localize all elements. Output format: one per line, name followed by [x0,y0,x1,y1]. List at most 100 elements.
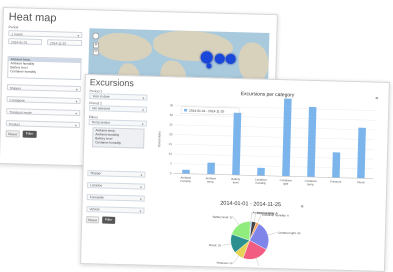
y-tick-label: 0 [170,171,172,175]
bar[interactable] [307,106,317,178]
excursions-category-list[interactable]: Ambient temp. Ambient humidity Battery l… [92,127,145,149]
heatmap-category-list[interactable]: Ambient temp. Ambient humidity Battery l… [7,56,82,81]
pie-label-connector [256,258,260,267]
excursions-filter-button[interactable]: Filter [102,216,116,224]
heatmap-filter-button[interactable]: Filter [22,130,37,138]
list-item[interactable]: Container humidity [8,69,80,75]
preset-value: Year to date [92,94,110,99]
x-tick-label: Pressure [330,179,342,183]
map-land-asia-east [238,42,270,83]
filter-label: Shipper [9,86,21,91]
x-tick-label: temp. [207,180,214,184]
chevron-down-icon: ▾ [141,121,144,127]
chevron-down-icon: ▾ [142,95,145,101]
period2-value: Not selected [92,106,110,111]
filters-value: Temp sensor [91,120,111,125]
heat-point [200,51,213,64]
pie-label-connector [233,255,239,264]
bar[interactable] [357,127,366,179]
chevron-down-icon: ▾ [75,98,78,104]
heatmap-preset-select[interactable]: 1 month ▾ [8,30,83,39]
excursions-period2-select[interactable]: Not selected ▾ [89,105,148,113]
heatmap-filter-shipper[interactable]: Shipper ▾ [6,84,81,93]
x-axis-line [173,173,374,179]
excursions-title: Excursions [89,77,134,89]
heat-point [206,63,212,69]
heatmap-date-to[interactable]: 2014-11-25 [47,39,83,47]
filter-label: Consignee [9,98,25,103]
bar[interactable] [207,162,215,175]
bar-chart: Excursions per category ≡ 0 5 10 15 20 25 30 35… [157,91,378,186]
filter-label: Transport mode [9,110,32,115]
y-tick-label: 20 [169,132,173,136]
heatmap-filter-transport[interactable]: Transport mode ▾ [6,108,81,117]
grid-line [174,114,375,121]
chevron-down-icon: ▾ [139,208,142,214]
bar-chart-title: Excursions per category [241,91,295,98]
zoom-out-icon[interactable]: − [92,49,99,56]
excursions-reset-button[interactable]: Reset [86,216,100,224]
chevron-down-icon: ▾ [141,107,145,113]
bar[interactable] [332,152,341,178]
excursions-filter-shipper[interactable]: Shipper ▾ [87,170,146,178]
chevron-down-icon: ▾ [140,172,143,178]
x-tick-label: humidity [180,179,191,183]
excursions-filter-vehicle[interactable]: Vehicle ▾ [86,206,145,214]
bar[interactable] [232,112,242,176]
chevron-down-icon: ▾ [75,86,78,92]
excursions-filters-select[interactable]: Temp sensor ▾ [88,119,147,127]
excursions-window: Excursions Period 1 Year to date ▾ Period… [80,74,390,272]
pie-label: Battery level: 32 [213,215,234,220]
chevron-down-icon: ▾ [74,122,77,128]
pie-label-connector [257,214,262,224]
heatmap-preset-value: 1 month [11,32,23,37]
x-tick-label: level [233,180,239,184]
x-tick-label: humidity [255,181,266,185]
pie-label-connector [233,217,240,225]
grid-line [174,134,375,140]
chevron-down-icon: ▾ [139,184,143,190]
grid-line [174,144,375,150]
bar[interactable] [282,98,292,177]
x-tick-label: light [283,182,288,186]
hamburger-icon[interactable]: ≡ [301,204,304,210]
grid-line [173,163,374,170]
y-tick-label: 25 [169,123,173,127]
x-tick-label: Shock [357,180,365,184]
heatmap-period-label: Period [8,25,19,30]
bar[interactable] [182,169,190,174]
pie-label-connector [222,243,232,246]
y-tick-label: 15 [169,142,173,146]
excursions-preset-select[interactable]: Year to date ▾ [89,93,148,101]
pie-label: Shock: 26 [209,243,222,247]
legend-swatch [184,108,188,112]
chevron-down-icon: ▾ [75,110,78,116]
list-item[interactable]: Container humidity [93,140,143,145]
bar[interactable] [257,167,265,176]
pie-label-connector [250,212,252,222]
heatmap-filter-consignee[interactable]: Consignee ▾ [6,96,81,105]
pie-label: Container humidity: 4 [262,213,289,218]
zoom-in-icon[interactable]: + [92,42,100,49]
heat-point [225,53,236,65]
excursions-filter-forwarder[interactable]: Forwarder ▾ [86,194,145,202]
filter-label: Forwarder [89,195,105,200]
filter-label: Shipper [90,171,102,176]
heatmap-reset-button[interactable]: Reset [5,130,20,138]
y-tick-label: 35 [170,103,174,107]
pie-label: Container temp.: 36 [260,265,285,269]
heatmap-filter-product[interactable]: Product ▾ [5,120,81,129]
y-tick-label: 5 [170,162,172,166]
y-tick-label: 30 [170,113,174,117]
map-land-americas-north [96,32,153,62]
excursions-filter-location[interactable]: Location ▾ [87,182,146,190]
hamburger-icon[interactable]: ≡ [375,96,378,102]
filter-label: Vehicle [89,207,100,212]
y-axis-label: Excursions [157,131,161,147]
heatmap-date-from[interactable]: 2014-01-01 [8,38,43,46]
pie-chart-title: 2014-01-01 - 2014-11-25 [220,201,281,209]
y-tick-label: 10 [169,152,173,156]
heatmap-title: Heat map [8,11,57,25]
heat-point [214,53,225,64]
pie-label: Pressure: 13 [217,261,233,265]
